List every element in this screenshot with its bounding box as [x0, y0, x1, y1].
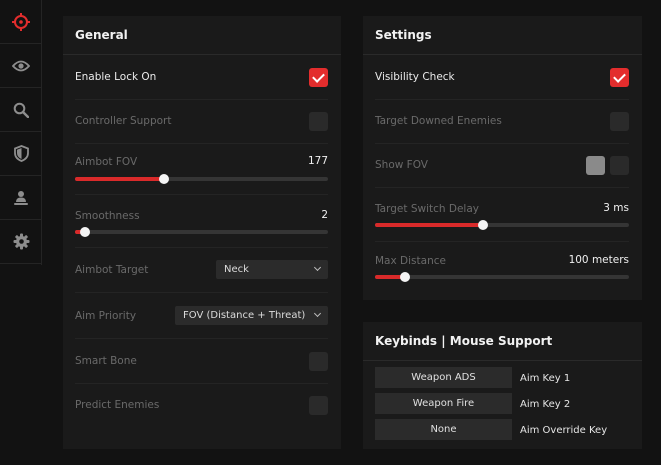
controller-support-checkbox[interactable] — [309, 112, 328, 131]
divider — [375, 241, 629, 242]
visibility-check-row: Visibility Check — [375, 67, 629, 87]
sidebar-item-aimbot[interactable] — [0, 0, 42, 44]
show-fov-row: Show FOV — [375, 155, 629, 175]
predict-enemies-row: Predict Enemies — [75, 395, 328, 415]
divider — [75, 383, 328, 384]
person-icon — [14, 190, 28, 205]
controller-support-label: Controller Support — [75, 115, 172, 127]
controller-support-row: Controller Support — [75, 111, 328, 131]
visibility-check-checkbox[interactable] — [610, 68, 629, 87]
target-downed-label: Target Downed Enemies — [375, 115, 502, 127]
divider — [63, 54, 341, 55]
settings-title: Settings — [375, 28, 432, 42]
chevron-down-icon — [313, 309, 322, 318]
aim-priority-value: FOV (Distance + Threat) — [183, 310, 306, 321]
divider — [75, 292, 328, 293]
slider-thumb[interactable] — [80, 227, 91, 237]
aim-priority-label: Aim Priority — [75, 310, 137, 322]
aimbot-fov-label: Aimbot FOV — [75, 156, 138, 168]
divider — [75, 194, 328, 195]
smart-bone-row: Smart Bone — [75, 351, 328, 371]
shield-icon — [13, 145, 29, 162]
smart-bone-label: Smart Bone — [75, 355, 137, 367]
aimbot-target-row: Aimbot Target Neck — [75, 260, 328, 280]
sidebar-item-player[interactable] — [0, 176, 42, 220]
target-switch-delay-value: 3 ms — [603, 202, 629, 214]
target-switch-delay-slider[interactable] — [375, 220, 629, 230]
aimbot-fov-row: Aimbot FOV 177 — [75, 154, 328, 184]
aim-key-1-label: Aim Key 1 — [520, 373, 571, 384]
target-downed-checkbox[interactable] — [610, 112, 629, 131]
smoothness-label: Smoothness — [75, 210, 140, 222]
show-fov-checkbox[interactable] — [610, 156, 629, 175]
aim-key-2-label: Aim Key 2 — [520, 399, 571, 410]
sidebar — [0, 0, 42, 265]
aim-priority-row: Aim Priority FOV (Distance + Threat) — [75, 306, 328, 326]
slider-thumb[interactable] — [477, 220, 488, 230]
aimbot-fov-slider[interactable] — [75, 174, 328, 184]
slider-thumb[interactable] — [400, 272, 411, 282]
divider — [75, 338, 328, 339]
fov-color-swatch[interactable] — [586, 156, 605, 175]
eye-icon — [12, 60, 30, 71]
general-title: General — [75, 28, 128, 42]
sidebar-item-settings[interactable] — [0, 220, 42, 264]
search-icon — [13, 102, 29, 118]
slider-fill — [75, 177, 164, 181]
aim-key-2-button[interactable]: Weapon Fire — [375, 393, 512, 414]
general-panel: General Enable Lock On Controller Suppor… — [63, 16, 341, 449]
sidebar-item-protection[interactable] — [0, 132, 42, 176]
crosshair-icon — [12, 12, 30, 31]
aim-priority-select[interactable]: FOV (Distance + Threat) — [175, 306, 328, 325]
sidebar-item-visuals[interactable] — [0, 44, 42, 88]
target-switch-delay-label: Target Switch Delay — [375, 203, 479, 215]
smoothness-row: Smoothness 2 — [75, 208, 328, 238]
aimbot-target-value: Neck — [224, 264, 249, 275]
max-distance-value: 100 meters — [568, 254, 629, 266]
slider-fill — [375, 223, 483, 227]
divider — [363, 360, 642, 361]
divider — [375, 187, 629, 188]
sidebar-item-search[interactable] — [0, 88, 42, 132]
smoothness-slider[interactable] — [75, 227, 328, 237]
aimbot-target-select[interactable]: Neck — [216, 260, 328, 279]
enable-lock-on-checkbox[interactable] — [309, 68, 328, 87]
gear-icon — [13, 233, 29, 250]
app-window: General Enable Lock On Controller Suppor… — [0, 0, 661, 465]
max-distance-slider[interactable] — [375, 272, 629, 282]
slider-thumb[interactable] — [158, 174, 169, 184]
max-distance-row: Max Distance 100 meters — [375, 253, 629, 283]
divider — [75, 99, 328, 100]
target-downed-row: Target Downed Enemies — [375, 111, 629, 131]
divider — [375, 99, 629, 100]
show-fov-label: Show FOV — [375, 159, 428, 171]
aimbot-target-label: Aimbot Target — [75, 264, 149, 276]
predict-enemies-label: Predict Enemies — [75, 399, 160, 411]
aim-key-1-button[interactable]: Weapon ADS — [375, 367, 512, 388]
predict-enemies-checkbox[interactable] — [309, 396, 328, 415]
enable-lock-on-row: Enable Lock On — [75, 67, 328, 87]
aimbot-fov-value: 177 — [307, 155, 328, 167]
divider — [363, 54, 642, 55]
divider — [375, 143, 629, 144]
smart-bone-checkbox[interactable] — [309, 352, 328, 371]
divider — [75, 247, 328, 248]
visibility-check-label: Visibility Check — [375, 71, 455, 83]
divider — [75, 143, 328, 144]
target-switch-delay-row: Target Switch Delay 3 ms — [375, 201, 629, 231]
keybinds-panel: Keybinds | Mouse Support Weapon ADS Aim … — [363, 322, 642, 449]
aim-override-key-button[interactable]: None — [375, 419, 512, 440]
chevron-down-icon — [313, 263, 322, 272]
enable-lock-on-label: Enable Lock On — [75, 71, 157, 83]
aim-override-key-label: Aim Override Key — [520, 425, 608, 436]
settings-panel: Settings Visibility Check Target Downed … — [363, 16, 642, 300]
smoothness-value: 2 — [321, 209, 328, 221]
keybinds-title: Keybinds | Mouse Support — [375, 334, 553, 348]
max-distance-label: Max Distance — [375, 255, 446, 267]
